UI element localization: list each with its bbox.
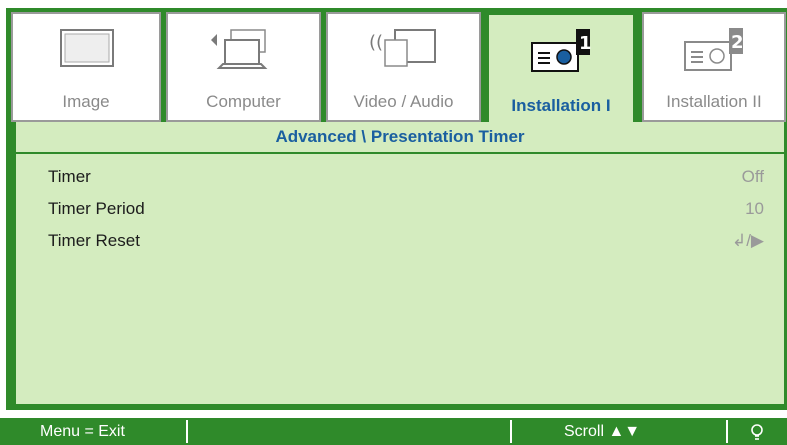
tab-video-audio-label: Video / Audio <box>353 92 454 111</box>
scroll-hint: Scroll ▲▼ <box>564 423 641 440</box>
enter-right-icon: ↲/▶ <box>731 231 764 250</box>
setting-name: Timer <box>48 167 91 186</box>
tab-installation-1[interactable]: 1 Installation I <box>486 12 636 124</box>
menu-exit-hint: Menu = Exit <box>40 423 125 440</box>
tab-installation-2[interactable]: 2 Installation II <box>642 12 786 122</box>
laptop-icon <box>210 29 267 69</box>
menu-frame: Image Computer (( Video / Audio 1 Instal… <box>6 8 787 410</box>
footer-divider <box>186 420 188 443</box>
setting-row-timer-reset[interactable]: Timer Reset ↲/▶ <box>48 226 764 256</box>
panel-header: Advanced \ Presentation Timer <box>16 122 784 154</box>
footer-bar: Menu = Exit Scroll ▲▼ <box>0 418 787 445</box>
setting-name: Timer Period <box>48 199 145 218</box>
tab-computer[interactable]: Computer <box>166 12 321 122</box>
monitor-icon <box>60 29 114 67</box>
projector-1-icon: 1 <box>531 29 592 72</box>
settings-panel: Advanced \ Presentation Timer Timer Off … <box>16 122 784 404</box>
tab-computer-label: Computer <box>206 92 281 111</box>
setting-value: Off <box>741 167 764 186</box>
tab-video-audio[interactable]: (( Video / Audio <box>326 12 481 122</box>
tab-image-label: Image <box>62 92 110 111</box>
footer-divider <box>510 420 512 443</box>
panel-title: Advanced \ Presentation Timer <box>275 127 525 146</box>
setting-name: Timer Reset <box>48 231 140 250</box>
projector-osd-menu: Image Computer (( Video / Audio 1 Instal… <box>0 0 787 445</box>
projector-2-icon: 2 <box>684 28 744 71</box>
setting-value: 10 <box>745 199 764 218</box>
setting-row-timer-period[interactable]: Timer Period 10 <box>48 194 764 224</box>
tab-installation-2-label: Installation II <box>666 92 762 111</box>
footer-divider <box>726 420 728 443</box>
tab-image[interactable]: Image <box>11 12 161 122</box>
setting-row-timer[interactable]: Timer Off <box>48 162 764 192</box>
wireless-screen-icon: (( <box>369 29 436 67</box>
svg-text:2: 2 <box>731 32 744 53</box>
tab-installation-1-label: Installation I <box>511 96 611 115</box>
svg-text:((: (( <box>369 32 383 53</box>
lamp-icon <box>751 424 763 440</box>
svg-text:1: 1 <box>579 33 592 54</box>
